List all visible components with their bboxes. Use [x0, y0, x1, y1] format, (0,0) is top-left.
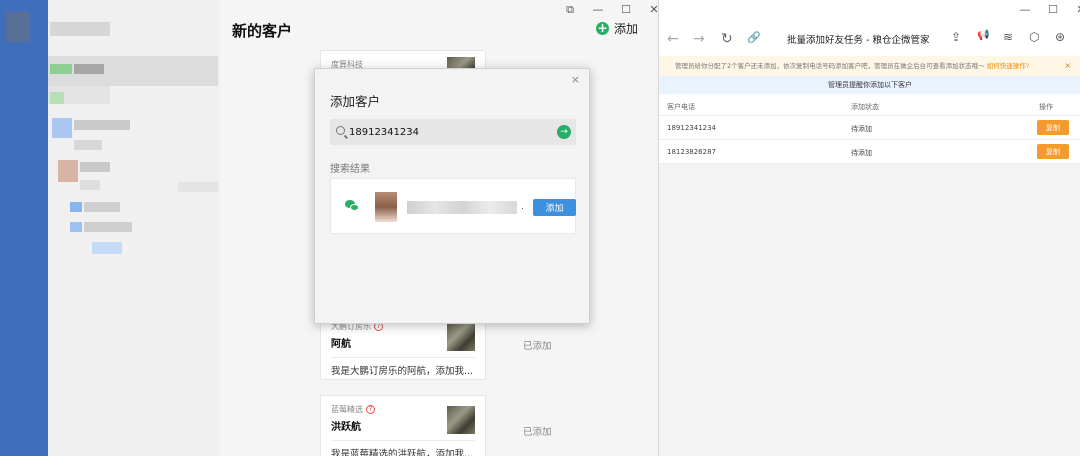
table-row: 18123826287 待添加 复制 — [659, 140, 1080, 164]
avatar — [447, 323, 475, 351]
feed-icon[interactable]: ≋ — [1003, 30, 1013, 44]
avatar — [447, 406, 475, 434]
header-phone: 客户电话 — [667, 103, 695, 111]
blurred-block — [74, 120, 130, 130]
blurred-block — [70, 222, 82, 232]
blurred-block — [50, 22, 110, 36]
request-message: 我是大鹏订房乐的阿航，添加我... — [331, 366, 474, 377]
request-message: 我是蓝莓精选的洪跃航，添加我... — [331, 449, 474, 456]
table-header: 客户电话 添加状态 操作 — [659, 94, 1080, 116]
name-suffix: . — [521, 202, 524, 212]
status-cell: 待添加 — [851, 149, 872, 157]
header-action: 操作 — [1039, 103, 1053, 111]
phone-cell: 18912341234 — [667, 124, 716, 132]
header-status: 添加状态 — [851, 103, 879, 111]
blurred-block — [58, 160, 78, 182]
add-contact-button[interactable]: 添加 — [533, 199, 576, 216]
search-go-icon[interactable]: → — [557, 125, 571, 139]
status-added: 已添加 — [523, 427, 552, 438]
blurred-block — [50, 64, 72, 74]
help-link[interactable]: 如何快速操作? — [987, 62, 1029, 70]
help-icon[interactable]: ? — [366, 405, 375, 414]
minimize-icon[interactable]: — — [1019, 3, 1031, 16]
dialog-title: 添加客户 — [330, 94, 381, 109]
notice-banner: 管理员给你分配了2个客户还未添加，依次复制电话号码添加客户吧，管理员在做企后台可… — [659, 56, 1080, 76]
phone-search-box: → — [330, 119, 576, 145]
blurred-block — [52, 118, 72, 138]
phone-cell: 18123826287 — [667, 148, 716, 156]
toolbar: ← → ↻ 🔗 批量添加好友任务 - 粮仓企微管家 ⇪ 📢 ≋ ⬡ ⊛ — [659, 26, 1080, 52]
add-customer-dialog: × 添加客户 → 搜索结果 . 添加 — [314, 68, 590, 324]
blurred-block — [84, 222, 132, 232]
search-results-label: 搜索结果 — [330, 164, 370, 175]
blurred-block — [92, 242, 122, 254]
notice-text: 管理员给你分配了2个客户还未添加，依次复制电话号码添加客户吧，管理员在做企后台可… — [675, 62, 985, 70]
left-sidebar-bar — [0, 0, 48, 456]
megaphone-icon[interactable]: 📢 — [977, 30, 989, 41]
table-row: 18912341234 待添加 复制 — [659, 116, 1080, 140]
blurred-block — [50, 92, 64, 104]
customer-name: 洪跃航 — [331, 422, 361, 433]
blurred-block — [80, 180, 100, 190]
back-icon[interactable]: ← — [667, 31, 679, 47]
blurred-block — [178, 182, 218, 192]
copy-button[interactable]: 复制 — [1037, 120, 1069, 135]
maximize-icon[interactable]: ☐ — [620, 3, 632, 17]
browser-chrome: — ☐ ✕ ← → ↻ 🔗 批量添加好友任务 - 粮仓企微管家 ⇪ 📢 ≋ ⬡ … — [659, 0, 1080, 56]
customer-request-card[interactable]: 蓝莓精选? 洪跃航 我是蓝莓精选的洪跃航，添加我... — [320, 395, 486, 456]
browser-icon[interactable]: ⊛ — [1055, 30, 1065, 44]
cube-icon[interactable]: ⬡ — [1029, 30, 1039, 44]
avatar — [375, 192, 397, 222]
search-icon — [336, 126, 345, 135]
blurred-block — [70, 202, 82, 212]
copy-button[interactable]: 复制 — [1037, 144, 1069, 159]
blurred-contact-name — [407, 201, 517, 214]
page-title: 新的客户 — [232, 22, 293, 40]
restore-window-icon[interactable]: ⧉ — [564, 3, 576, 17]
close-icon[interactable]: × — [571, 73, 580, 86]
add-customer-button[interactable]: + 添加 — [595, 20, 638, 37]
window-controls: — ☐ ✕ — [1019, 3, 1080, 16]
customer-name: 阿航 — [331, 339, 351, 350]
maximize-icon[interactable]: ☐ — [1047, 3, 1059, 16]
customer-table: 客户电话 添加状态 操作 18912341234 待添加 复制 18123826… — [659, 94, 1080, 164]
blurred-block — [6, 12, 30, 42]
reminder-bar: 管理员提醒你添加以下客户 — [659, 76, 1080, 94]
add-customer-label: 添加 — [613, 22, 638, 36]
wechat-icon — [345, 200, 359, 212]
link-icon[interactable]: 🔗 — [747, 31, 761, 44]
phone-search-input[interactable] — [349, 123, 549, 141]
status-added: 已添加 — [523, 341, 552, 352]
window-controls: ⧉ — ☐ ✕ — [564, 3, 660, 17]
forward-icon[interactable]: → — [693, 31, 705, 47]
blurred-block — [74, 140, 102, 150]
share-icon[interactable]: ⇪ — [951, 30, 961, 44]
divider — [331, 440, 475, 441]
search-result-item: . 添加 — [330, 178, 576, 234]
status-cell: 待添加 — [851, 125, 872, 133]
plus-icon: + — [595, 21, 609, 35]
close-icon[interactable]: × — [1064, 56, 1071, 76]
batch-add-friends-window: — ☐ ✕ ← → ↻ 🔗 批量添加好友任务 - 粮仓企微管家 ⇪ 📢 ≋ ⬡ … — [658, 0, 1080, 456]
page-title: 批量添加好友任务 - 粮仓企微管家 — [787, 35, 930, 46]
blurred-block — [80, 162, 110, 172]
minimize-icon[interactable]: — — [592, 3, 604, 17]
close-icon[interactable]: ✕ — [1075, 3, 1080, 16]
left-contact-panel — [0, 0, 220, 456]
request-source: 蓝莓精选? — [331, 404, 375, 415]
refresh-icon[interactable]: ↻ — [721, 31, 733, 47]
divider — [331, 357, 475, 358]
blurred-block — [84, 202, 120, 212]
blurred-block — [74, 64, 104, 74]
